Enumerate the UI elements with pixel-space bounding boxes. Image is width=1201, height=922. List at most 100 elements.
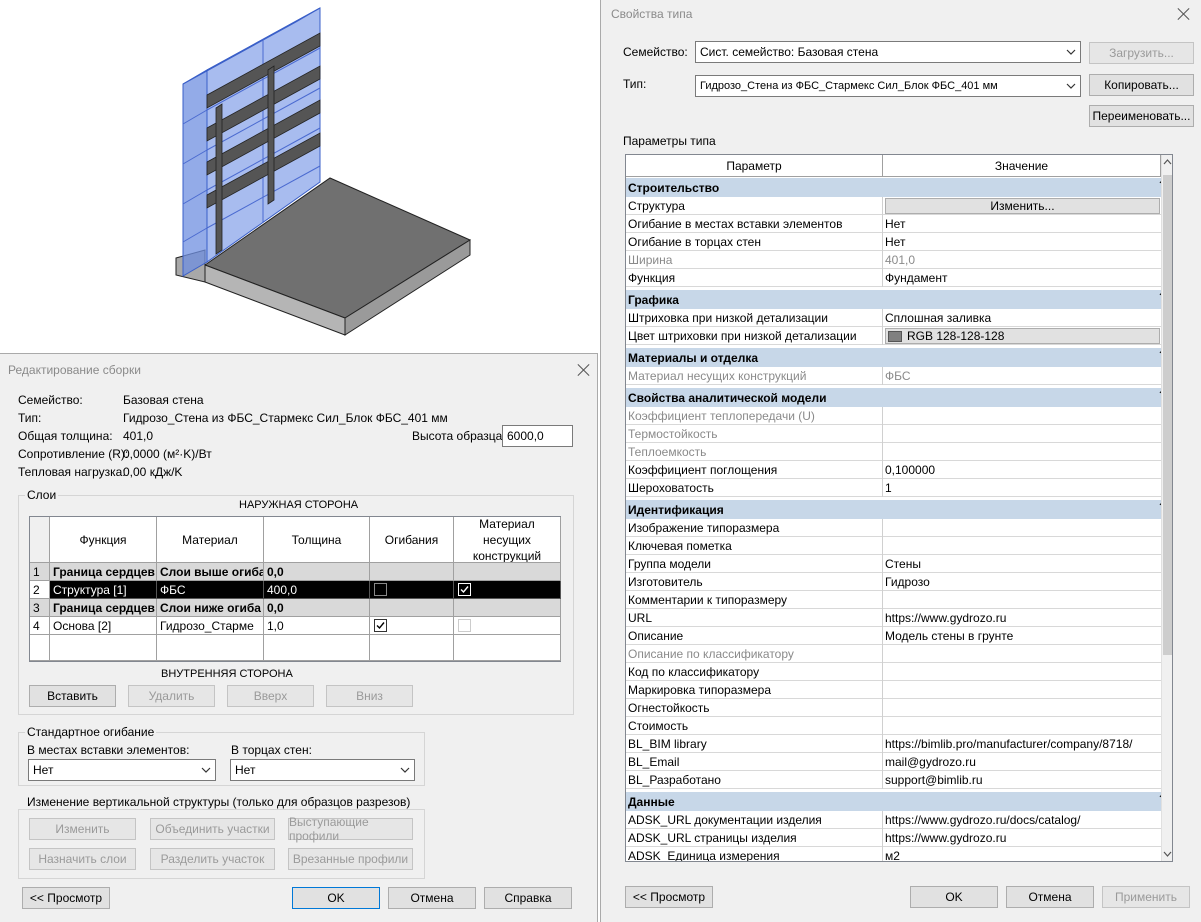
- sample-height-input[interactable]: 6000,0: [502, 425, 573, 447]
- param-row[interactable]: Цвет штриховки при низкой детализации RG…: [626, 327, 1172, 345]
- type-properties-dialog: Свойства типа Семейство: Сист. семейство…: [600, 0, 1201, 922]
- group-data[interactable]: Данные⌃: [626, 791, 1172, 811]
- assembly-help-button[interactable]: Справка: [484, 887, 572, 909]
- exterior-side-label: НАРУЖНАЯ СТОРОНА: [239, 499, 359, 511]
- header-param[interactable]: Параметр: [626, 155, 883, 176]
- move-down-button[interactable]: Вниз: [326, 685, 413, 707]
- layer-material[interactable]: Слои выше огиба: [157, 563, 264, 581]
- group-materials[interactable]: Материалы и отделка⌃: [626, 347, 1172, 367]
- layer-function[interactable]: Граница сердцев: [50, 599, 157, 617]
- param-row[interactable]: Шероховатость 1: [626, 479, 1172, 497]
- assembly-type-value: Гидрозо_Стена из ФБС_Стармекс Сил_Блок Ф…: [123, 411, 448, 425]
- layer-thickness[interactable]: 0,0: [264, 599, 370, 617]
- layer-num: 4: [30, 617, 50, 635]
- scroll-thumb[interactable]: [1163, 175, 1172, 655]
- group-identity[interactable]: Идентификация⌃: [626, 499, 1172, 519]
- type-close-icon[interactable]: [1177, 7, 1191, 21]
- merge-regions-button[interactable]: Объединить участки: [150, 818, 275, 840]
- delete-layer-button[interactable]: Удалить: [128, 685, 215, 707]
- type-preview-button[interactable]: << Просмотр: [625, 886, 713, 908]
- scroll-up-icon[interactable]: [1162, 157, 1173, 167]
- move-up-button[interactable]: Вверх: [227, 685, 314, 707]
- layer-thickness[interactable]: 1,0: [264, 617, 370, 635]
- layer-wrap-checkbox[interactable]: [374, 583, 387, 596]
- param-row[interactable]: Группа модели Стены: [626, 555, 1172, 573]
- modify-button[interactable]: Изменить: [29, 818, 136, 840]
- param-row[interactable]: ADSK_Единица измерения м2: [626, 847, 1172, 861]
- param-row[interactable]: Стоимость: [626, 717, 1172, 735]
- layer-wrap-checkbox[interactable]: [374, 619, 387, 632]
- type-select[interactable]: Гидрозо_Стена из ФБС_Стармекс Сил_Блок Ф…: [695, 75, 1081, 97]
- param-row[interactable]: Функция Фундамент: [626, 269, 1172, 287]
- copy-button[interactable]: Копировать...: [1089, 74, 1194, 96]
- param-row[interactable]: Код по классификатору: [626, 663, 1172, 681]
- assign-layers-button[interactable]: Назначить слои: [29, 848, 136, 870]
- rename-button[interactable]: Переименовать...: [1089, 105, 1194, 127]
- layer-material[interactable]: Гидрозо_Старме: [157, 617, 264, 635]
- layer-function[interactable]: Граница сердцев: [50, 563, 157, 581]
- assembly-family-label: Семейство:: [18, 393, 83, 407]
- layer-function[interactable]: Структура [1]: [50, 581, 157, 599]
- insert-layer-button[interactable]: Вставить: [29, 685, 116, 707]
- param-row[interactable]: Ключевая пометка: [626, 537, 1172, 555]
- param-row[interactable]: Изображение типоразмера: [626, 519, 1172, 537]
- layer-thickness[interactable]: 0,0: [264, 563, 370, 581]
- layer-function[interactable]: Основа [2]: [50, 617, 157, 635]
- layer-structural-checkbox[interactable]: [458, 583, 471, 596]
- params-header: Параметр Значение =: [626, 155, 1172, 177]
- edit-structure-button[interactable]: Изменить...: [885, 198, 1160, 214]
- params-scrollbar[interactable]: [1161, 155, 1172, 861]
- column-divider: [882, 609, 883, 627]
- group-construction[interactable]: Строительство⌃: [626, 177, 1172, 197]
- layer-row[interactable]: 3 Граница сердцев Слои ниже огиба 0,0: [30, 599, 561, 617]
- group-graphics[interactable]: Графика⌃: [626, 289, 1172, 309]
- assembly-close-icon[interactable]: [577, 363, 591, 377]
- layer-row[interactable]: 1 Граница сердцев Слои выше огиба 0,0: [30, 563, 561, 581]
- param-row[interactable]: Коэффициент поглощения 0,100000: [626, 461, 1172, 479]
- assembly-ok-button[interactable]: OK: [292, 887, 380, 909]
- param-row[interactable]: ADSK_URL страницы изделия https://www.gyd…: [626, 829, 1172, 847]
- column-divider: [882, 811, 883, 829]
- load-button[interactable]: Загрузить...: [1089, 42, 1194, 64]
- layer-row[interactable]: 4 Основа [2] Гидрозо_Старме 1,0: [30, 617, 561, 635]
- header-value[interactable]: Значение: [883, 155, 1161, 176]
- column-divider: [882, 309, 883, 327]
- param-row[interactable]: Огибание в местах вставки элементов Нет: [626, 215, 1172, 233]
- param-row[interactable]: Описание Модель стены в грунте: [626, 627, 1172, 645]
- assembly-cancel-button[interactable]: Отмена: [388, 887, 476, 909]
- param-row[interactable]: Маркировка типоразмера: [626, 681, 1172, 699]
- layer-thickness[interactable]: 400,0: [264, 581, 370, 599]
- layers-header-structural: Материал несущих конструкций: [454, 517, 561, 563]
- column-divider: [882, 771, 883, 789]
- layer-material[interactable]: ФБС: [157, 581, 264, 599]
- param-row[interactable]: BL_Email mail@gydrozo.ru: [626, 753, 1172, 771]
- layer-material[interactable]: Слои ниже огиба: [157, 599, 264, 617]
- group-analytic[interactable]: Свойства аналитической модели⌃: [626, 387, 1172, 407]
- param-row[interactable]: Структура Изменить...: [626, 197, 1172, 215]
- param-row[interactable]: ADSK_URL документации изделия https://www…: [626, 811, 1172, 829]
- type-ok-button[interactable]: OK: [910, 886, 998, 908]
- param-row[interactable]: Штриховка при низкой детализации Сплошная…: [626, 309, 1172, 327]
- param-row[interactable]: Изготовитель Гидрозо: [626, 573, 1172, 591]
- param-row[interactable]: Огибание в торцах стен Нет: [626, 233, 1172, 251]
- assembly-preview-button[interactable]: << Просмотр: [22, 887, 110, 909]
- column-divider: [882, 829, 883, 847]
- param-row[interactable]: BL_Разработано support@bimlib.ru: [626, 771, 1172, 789]
- scroll-down-icon[interactable]: [1162, 849, 1173, 859]
- reveals-button[interactable]: Врезанные профили: [288, 848, 413, 870]
- param-row[interactable]: URL https://www.gydrozo.ru: [626, 609, 1172, 627]
- at-ends-select[interactable]: Нет: [230, 759, 415, 781]
- family-select[interactable]: Сист. семейство: Базовая стена: [695, 41, 1081, 63]
- param-row[interactable]: Комментарии к типоразмеру: [626, 591, 1172, 609]
- at-inserts-select[interactable]: Нет: [28, 759, 216, 781]
- type-cancel-button[interactable]: Отмена: [1006, 886, 1094, 908]
- param-row[interactable]: BL_BIM library https://bimlib.pro/manufac…: [626, 735, 1172, 753]
- param-row[interactable]: Огнестойкость: [626, 699, 1172, 717]
- type-label: Тип:: [623, 77, 647, 91]
- type-apply-button[interactable]: Применить: [1102, 886, 1190, 908]
- split-region-button[interactable]: Разделить участок: [150, 848, 275, 870]
- color-picker-button[interactable]: RGB 128-128-128: [885, 328, 1160, 344]
- sweeps-button[interactable]: Выступающие профили: [288, 815, 413, 843]
- layer-row-selected[interactable]: 2 Структура [1] ФБС 400,0: [30, 581, 561, 599]
- wall-3d-preview: [0, 0, 598, 352]
